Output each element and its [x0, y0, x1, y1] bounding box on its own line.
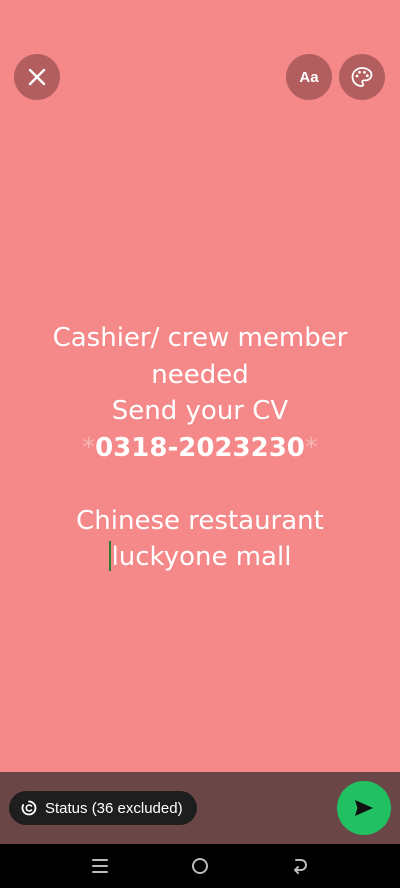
status-line: needed: [151, 359, 249, 390]
asterisk-mark: *: [304, 432, 318, 463]
close-button[interactable]: [14, 54, 60, 100]
send-button[interactable]: [337, 781, 391, 835]
status-line: Chinese restaurant: [76, 505, 324, 536]
font-style-label: Aa: [299, 68, 319, 86]
status-line: Send your CV: [111, 396, 289, 426]
bottom-bar: Status (36 excluded): [0, 772, 400, 844]
status-phone-line: *0318-2023230*: [0, 430, 400, 467]
back-icon: [294, 859, 307, 874]
status-ring-icon: [21, 800, 37, 816]
home-button[interactable]: [188, 854, 212, 878]
recent-apps-icon: [92, 859, 108, 873]
status-audience-button[interactable]: Status (36 excluded): [9, 791, 197, 825]
status-line: Cashier/ crew member: [52, 323, 348, 353]
phone-number: 0318-2023230: [95, 432, 305, 463]
audience-label: Status (36 excluded): [45, 799, 183, 817]
back-button[interactable]: [288, 854, 312, 878]
status-canvas[interactable]: Aa Cashier/ crew member needed Send your…: [0, 0, 400, 772]
background-color-button[interactable]: [339, 54, 385, 100]
asterisk-mark: *: [82, 432, 96, 463]
recent-apps-button[interactable]: [88, 854, 112, 878]
system-navigation-bar: [0, 844, 400, 888]
palette-icon: [351, 67, 373, 87]
font-style-button[interactable]: Aa: [286, 54, 332, 100]
status-text-editor[interactable]: Cashier/ crew member needed Send your CV…: [0, 320, 400, 576]
text-cursor: [108, 541, 111, 571]
status-line: luckyone mall: [111, 542, 292, 572]
send-icon: [355, 800, 373, 816]
close-icon: [28, 68, 46, 86]
status-line-with-cursor: luckyone mall: [0, 539, 400, 576]
home-icon: [192, 858, 208, 874]
